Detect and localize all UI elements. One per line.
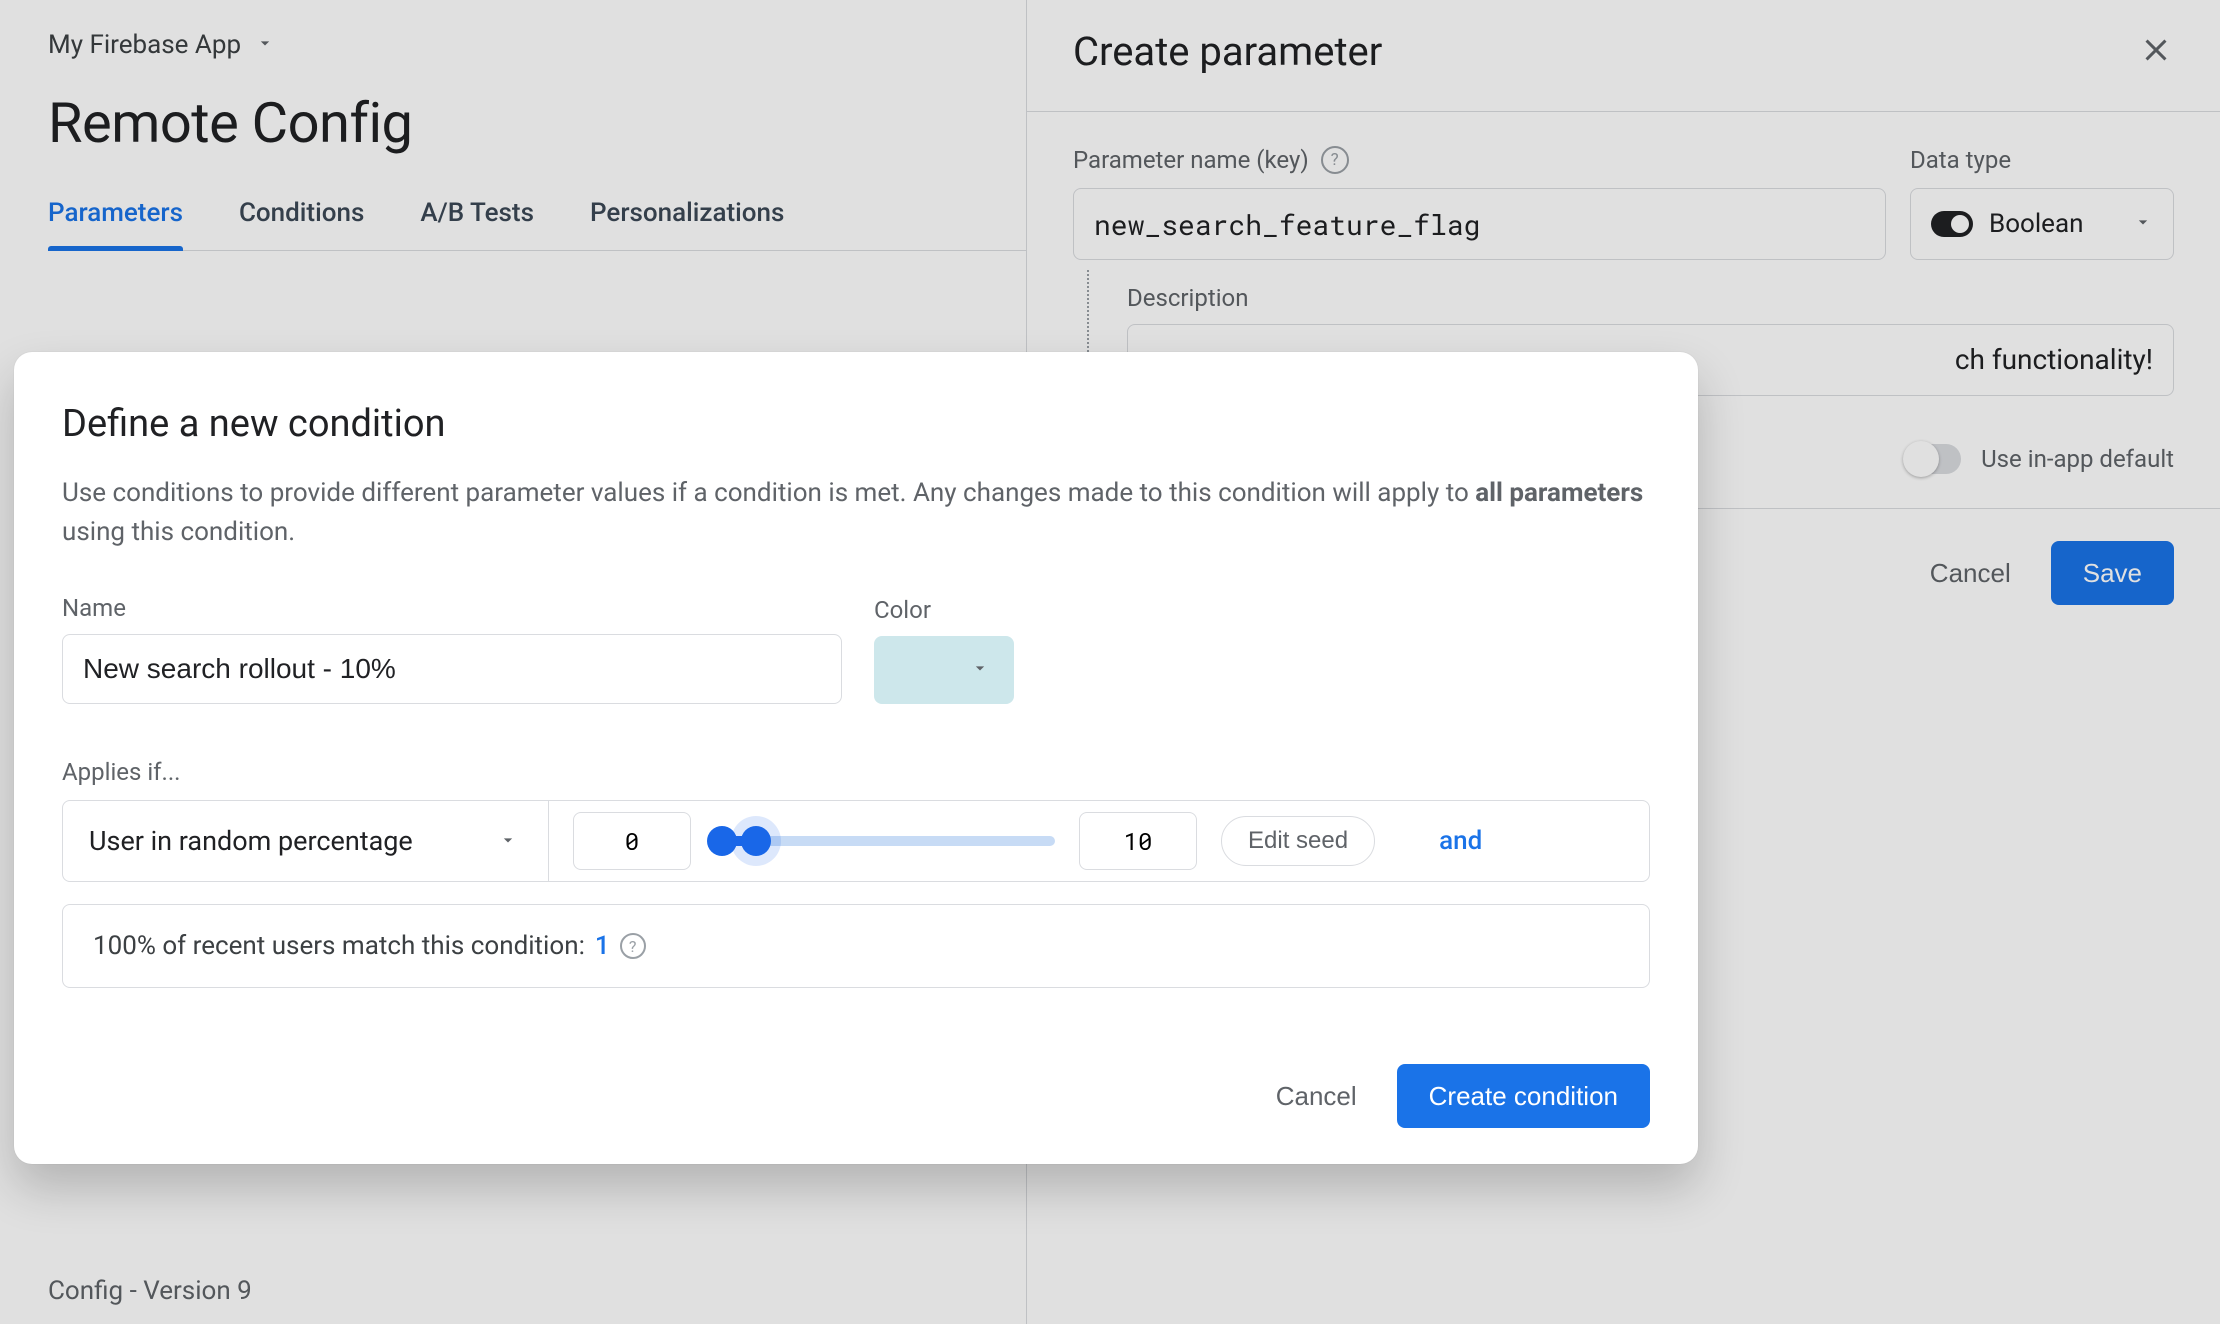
slider-knob-low[interactable]: [707, 826, 737, 856]
slider-knob-high[interactable]: [741, 826, 771, 856]
edit-seed-button[interactable]: Edit seed: [1221, 816, 1375, 866]
help-icon[interactable]: ?: [620, 933, 646, 959]
rule-type-value: User in random percentage: [89, 825, 413, 857]
range-low-input[interactable]: [573, 812, 691, 870]
match-text: 100% of recent users match this conditio…: [93, 931, 585, 961]
chevron-down-icon: [970, 658, 990, 682]
range-high-input[interactable]: [1079, 812, 1197, 870]
applies-if-label: Applies if...: [62, 758, 1650, 786]
dialog-cancel-button[interactable]: Cancel: [1276, 1081, 1357, 1112]
chevron-down-icon: [498, 825, 518, 857]
dialog-subtitle-suffix: using this condition.: [62, 517, 295, 547]
dialog-subtitle-prefix: Use conditions to provide different para…: [62, 478, 1475, 508]
create-condition-button[interactable]: Create condition: [1397, 1064, 1650, 1128]
percentage-slider[interactable]: [715, 836, 1055, 846]
condition-color-label: Color: [874, 596, 1014, 624]
color-picker[interactable]: [874, 636, 1014, 704]
dialog-subtitle-bold: all parameters: [1475, 478, 1643, 508]
rule-type-select[interactable]: User in random percentage: [89, 801, 549, 881]
add-and-clause[interactable]: and: [1439, 826, 1482, 856]
condition-rule: User in random percentage Edit seed and: [62, 800, 1650, 882]
condition-name-label: Name: [62, 594, 842, 622]
match-count: 1: [595, 931, 610, 961]
condition-name-input[interactable]: [62, 634, 842, 704]
dialog-title: Define a new condition: [62, 402, 1650, 446]
define-condition-dialog: Define a new condition Use conditions to…: [14, 352, 1698, 1164]
dialog-subtitle: Use conditions to provide different para…: [62, 474, 1650, 552]
match-summary: 100% of recent users match this conditio…: [62, 904, 1650, 988]
